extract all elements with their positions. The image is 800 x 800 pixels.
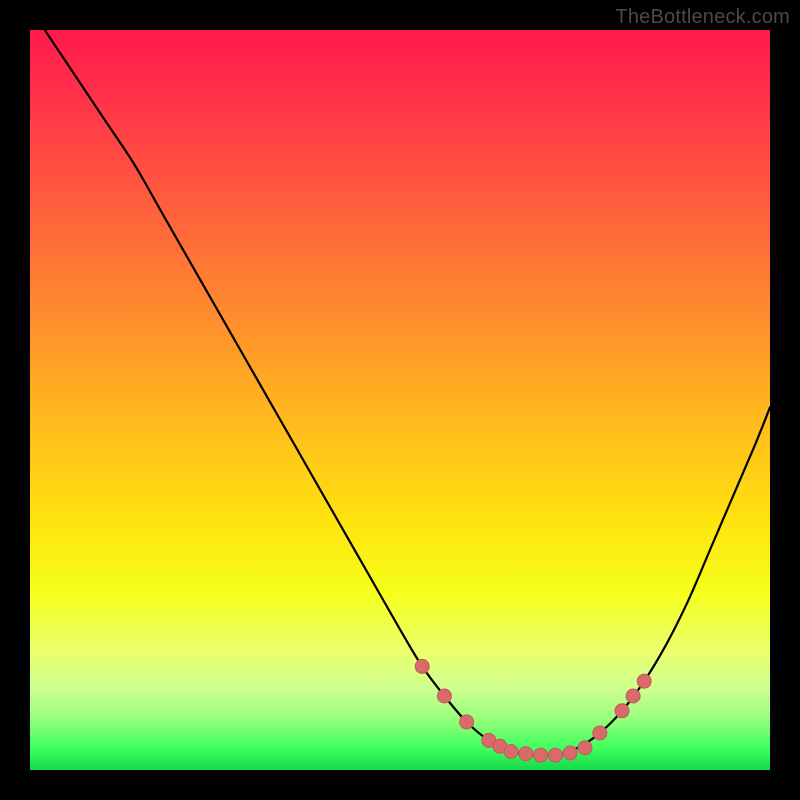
curve-dot xyxy=(626,689,640,703)
curve-dot xyxy=(437,689,451,703)
curve-dot xyxy=(460,715,474,729)
curve-dot xyxy=(615,704,629,718)
watermark-text: TheBottleneck.com xyxy=(615,6,790,29)
curve-dot xyxy=(534,748,548,762)
curve-dot xyxy=(415,659,429,673)
curve-dot xyxy=(578,741,592,755)
bottleneck-curve xyxy=(45,30,770,756)
curve-dot xyxy=(548,748,562,762)
curve-dot xyxy=(504,745,518,759)
chart-frame: TheBottleneck.com xyxy=(0,0,800,800)
chart-svg xyxy=(30,30,770,770)
curve-dot xyxy=(563,746,577,760)
curve-dot xyxy=(637,674,651,688)
curve-markers xyxy=(415,659,651,762)
curve-dot xyxy=(519,747,533,761)
curve-dot xyxy=(593,726,607,740)
